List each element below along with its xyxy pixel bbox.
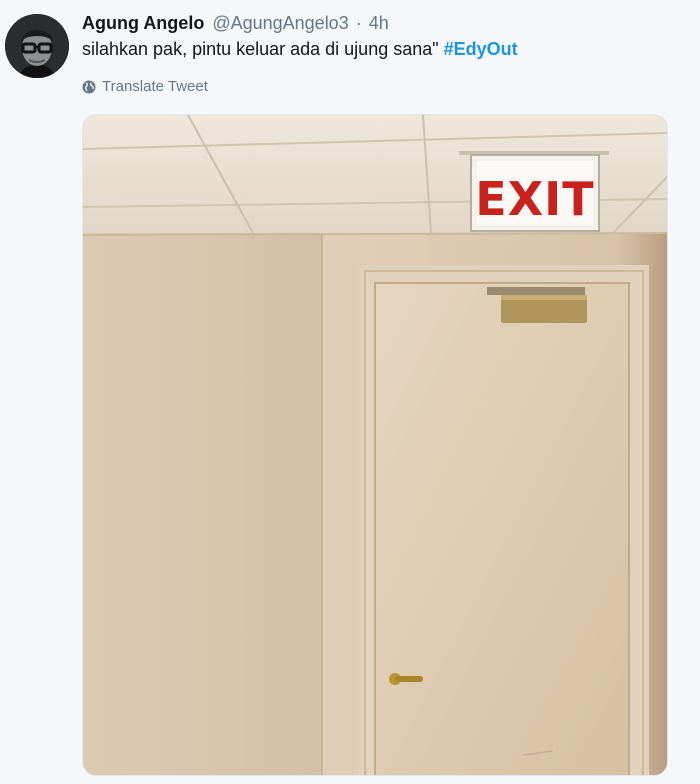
author-handle[interactable]: @AgungAngelo3 [212, 13, 348, 33]
translate-tweet-button[interactable]: Translate Tweet [82, 78, 208, 95]
tweet-body: silahkan pak, pintu keluar ada di ujung … [82, 39, 444, 59]
exit-sign-text: EXIT [475, 172, 594, 226]
tweet-text: silahkan pak, pintu keluar ada di ujung … [82, 38, 518, 60]
avatar[interactable] [5, 14, 69, 78]
globe-icon [82, 80, 96, 94]
tweet: Agung Angelo @AgungAngelo3 · 4h silahkan… [0, 0, 700, 784]
separator-dot: · [355, 13, 362, 33]
author-name[interactable]: Agung Angelo [82, 13, 204, 33]
tweet-header: Agung Angelo @AgungAngelo3 · 4h [82, 12, 389, 34]
tweet-photo[interactable]: EXIT [82, 114, 668, 776]
translate-label: Translate Tweet [102, 78, 208, 95]
hashtag-link[interactable]: #EdyOut [444, 39, 518, 59]
tweet-timestamp[interactable]: 4h [369, 13, 389, 33]
